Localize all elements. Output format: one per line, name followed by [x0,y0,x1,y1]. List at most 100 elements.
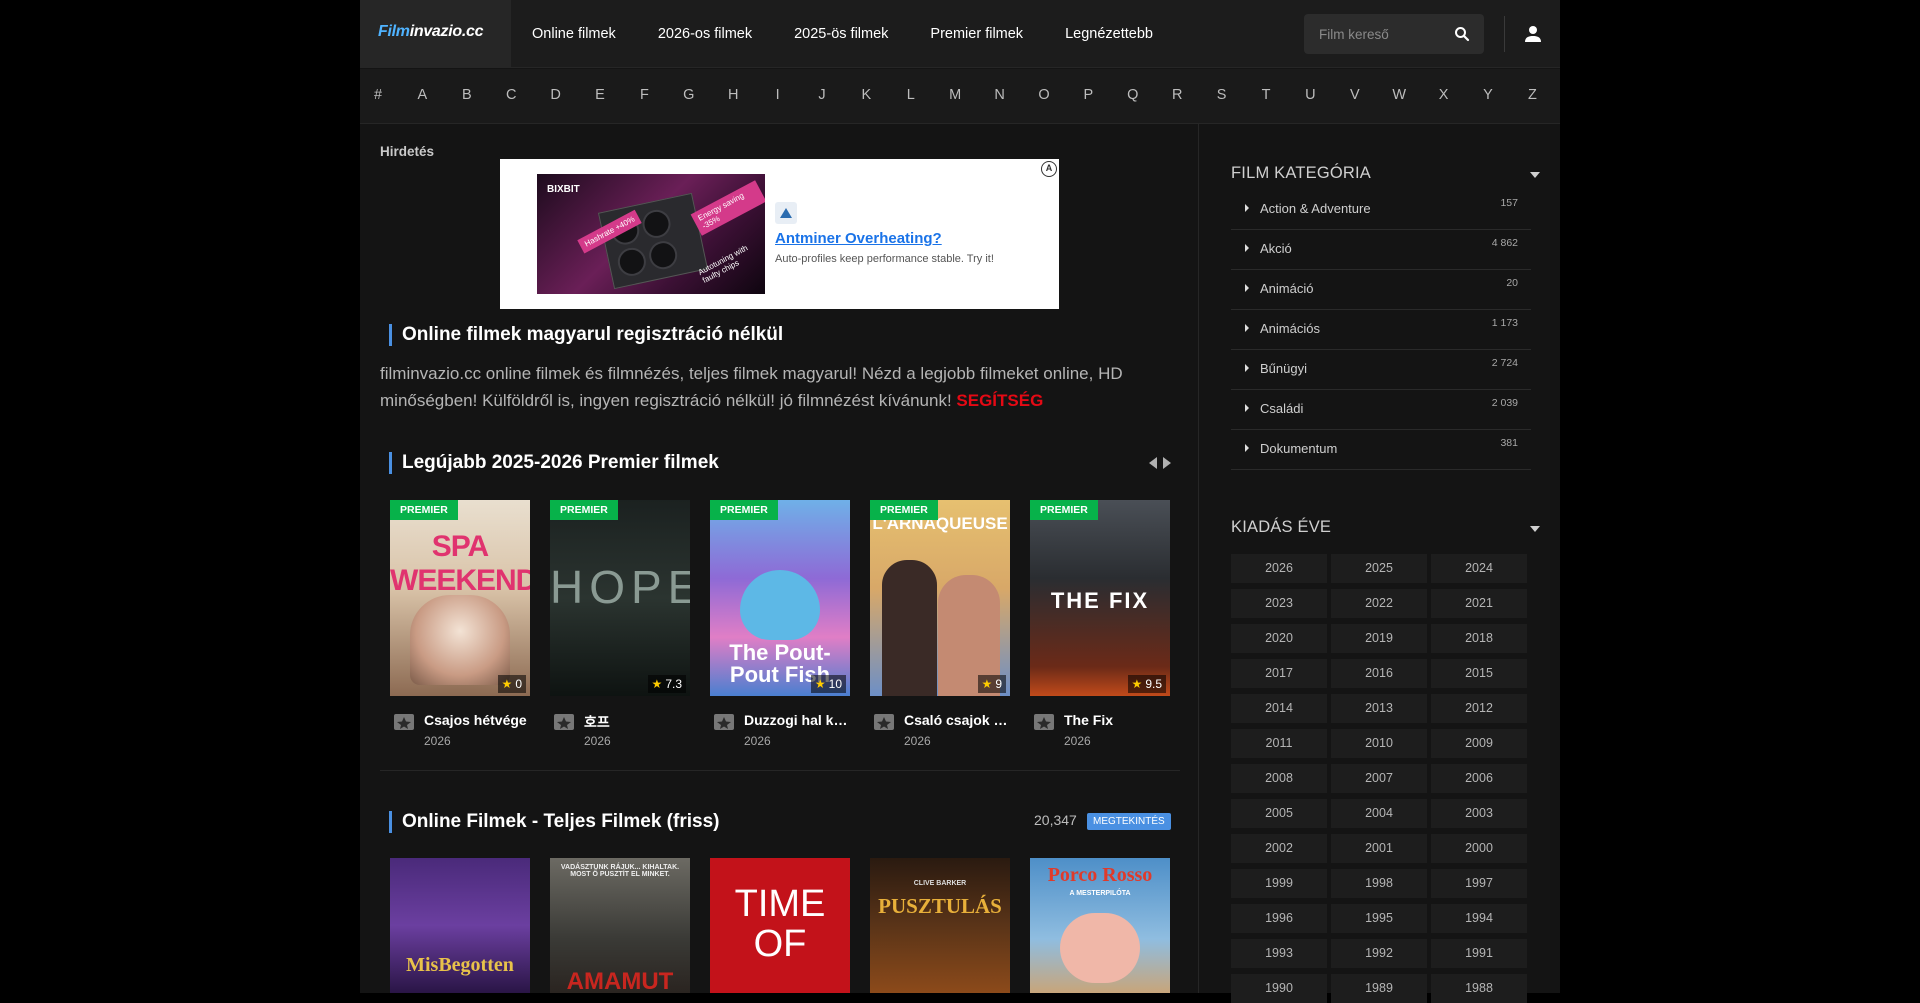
alphabet-letter[interactable]: K [856,87,876,103]
year-link[interactable]: 2015 [1431,659,1527,688]
year-link[interactable]: 2001 [1331,834,1427,863]
alphabet-letter[interactable]: W [1389,87,1409,103]
alphabet-letter[interactable]: M [945,87,965,103]
user-icon[interactable] [1521,22,1545,46]
alphabet-letter[interactable]: G [679,87,699,103]
category-item[interactable]: Bűnügyi 2 724 [1231,350,1531,390]
nav-2026-filmek[interactable]: 2026-os filmek [637,0,773,68]
view-all-button[interactable]: MEGTEKINTÉS [1087,813,1171,830]
movie-poster[interactable]: L'ARNAQUEUSE [870,500,1010,696]
movie-title[interactable]: 호프 [584,712,688,732]
year-link[interactable]: 2024 [1431,554,1527,583]
movie-poster[interactable]: HOPE [550,500,690,696]
movie-poster[interactable]: MisBegotten [390,858,530,993]
movie-poster[interactable]: VADÁSZTUNK RÁJUK... KIHALTAK. MOST Ő PUS… [550,858,690,993]
carousel-next-icon[interactable] [1163,457,1171,469]
category-item[interactable]: Action & Adventure 157 [1231,190,1531,230]
category-item[interactable]: Animáció 20 [1231,270,1531,310]
alphabet-letter[interactable]: V [1345,87,1365,103]
alphabet-letter[interactable]: U [1300,87,1320,103]
nav-legnezettebb[interactable]: Legnézettebb [1044,0,1174,68]
year-link[interactable]: 1990 [1231,974,1327,1003]
year-link[interactable]: 2005 [1231,799,1327,828]
year-link[interactable]: 1996 [1231,904,1327,933]
alphabet-letter[interactable]: O [1034,87,1054,103]
movie-poster[interactable]: CLIVE BARKER PUSZTULÁS [870,858,1010,993]
year-link[interactable]: 2019 [1331,624,1427,653]
alphabet-letter[interactable]: B [457,87,477,103]
year-link[interactable]: 1997 [1431,869,1527,898]
movie-poster[interactable]: TIME OF [710,858,850,993]
alphabet-letter[interactable]: F [634,87,654,103]
year-link[interactable]: 1999 [1231,869,1327,898]
advertisement-banner[interactable]: BIXBIT Hashrate +40% Energy saving -35% … [500,159,1059,309]
nav-premier-filmek[interactable]: Premier filmek [909,0,1044,68]
year-link[interactable]: 2026 [1231,554,1327,583]
alphabet-letter[interactable]: L [901,87,921,103]
alphabet-letter[interactable]: X [1434,87,1454,103]
alphabet-letter[interactable]: R [1167,87,1187,103]
chevron-down-icon[interactable] [1530,526,1540,532]
year-link[interactable]: 2017 [1231,659,1327,688]
category-item[interactable]: Animációs 1 173 [1231,310,1531,350]
year-link[interactable]: 2014 [1231,694,1327,723]
category-item[interactable]: Dokumentum 381 [1231,430,1531,470]
year-link[interactable]: 2000 [1431,834,1527,863]
alphabet-letter[interactable]: S [1212,87,1232,103]
year-link[interactable]: 2020 [1231,624,1327,653]
alphabet-letter[interactable]: I [768,87,788,103]
alphabet-letter[interactable]: H [723,87,743,103]
year-link[interactable]: 2013 [1331,694,1427,723]
year-link[interactable]: 2008 [1231,764,1327,793]
alphabet-letter[interactable]: D [546,87,566,103]
year-link[interactable]: 1995 [1331,904,1427,933]
ad-headline[interactable]: Antminer Overheating? [775,230,942,247]
year-link[interactable]: 2007 [1331,764,1427,793]
nav-online-filmek[interactable]: Online filmek [511,0,637,68]
alphabet-letter[interactable]: C [501,87,521,103]
movie-poster[interactable]: THE FIX [1030,500,1170,696]
search-input[interactable] [1304,14,1444,54]
category-item[interactable]: Családi 2 039 [1231,390,1531,430]
alphabet-letter[interactable]: # [368,87,388,103]
year-link[interactable]: 2010 [1331,729,1427,758]
alphabet-letter[interactable]: Q [1123,87,1143,103]
year-link[interactable]: 2016 [1331,659,1427,688]
year-link[interactable]: 2023 [1231,589,1327,618]
year-link[interactable]: 2021 [1431,589,1527,618]
carousel-prev-icon[interactable] [1149,457,1157,469]
year-link[interactable]: 2004 [1331,799,1427,828]
year-link[interactable]: 2018 [1431,624,1527,653]
year-link[interactable]: 1992 [1331,939,1427,968]
alphabet-letter[interactable]: A [412,87,432,103]
year-link[interactable]: 2025 [1331,554,1427,583]
year-link[interactable]: 1991 [1431,939,1527,968]
year-link[interactable]: 2009 [1431,729,1527,758]
movie-title[interactable]: Csaló csajok P... [904,712,1008,728]
alphabet-letter[interactable]: T [1256,87,1276,103]
alphabet-letter[interactable]: E [590,87,610,103]
ad-image[interactable]: BIXBIT Hashrate +40% Energy saving -35% … [537,174,765,294]
year-link[interactable]: 2012 [1431,694,1527,723]
movie-poster[interactable]: The Pout-Pout Fish [710,500,850,696]
movie-title[interactable]: Duzzogi hal kal... [744,712,848,728]
year-link[interactable]: 1994 [1431,904,1527,933]
movie-poster[interactable]: SPA WEEKEND [390,500,530,696]
search-icon[interactable] [1454,26,1470,42]
movie-title[interactable]: The Fix [1064,712,1168,728]
alphabet-letter[interactable]: Y [1478,87,1498,103]
alphabet-letter[interactable]: N [990,87,1010,103]
year-link[interactable]: 2002 [1231,834,1327,863]
year-link[interactable]: 1998 [1331,869,1427,898]
help-link[interactable]: SEGÍTSÉG [956,391,1043,410]
year-link[interactable]: 2006 [1431,764,1527,793]
year-link[interactable]: 1988 [1431,974,1527,1003]
year-link[interactable]: 2011 [1231,729,1327,758]
chevron-down-icon[interactable] [1530,172,1540,178]
year-link[interactable]: 1989 [1331,974,1427,1003]
year-link[interactable]: 1993 [1231,939,1327,968]
year-heading[interactable]: KIADÁS ÉVE [1231,518,1331,537]
movie-poster[interactable]: Porco Rosso A MESTERPILÓTA [1030,858,1170,993]
year-link[interactable]: 2003 [1431,799,1527,828]
category-item[interactable]: Akció 4 862 [1231,230,1531,270]
